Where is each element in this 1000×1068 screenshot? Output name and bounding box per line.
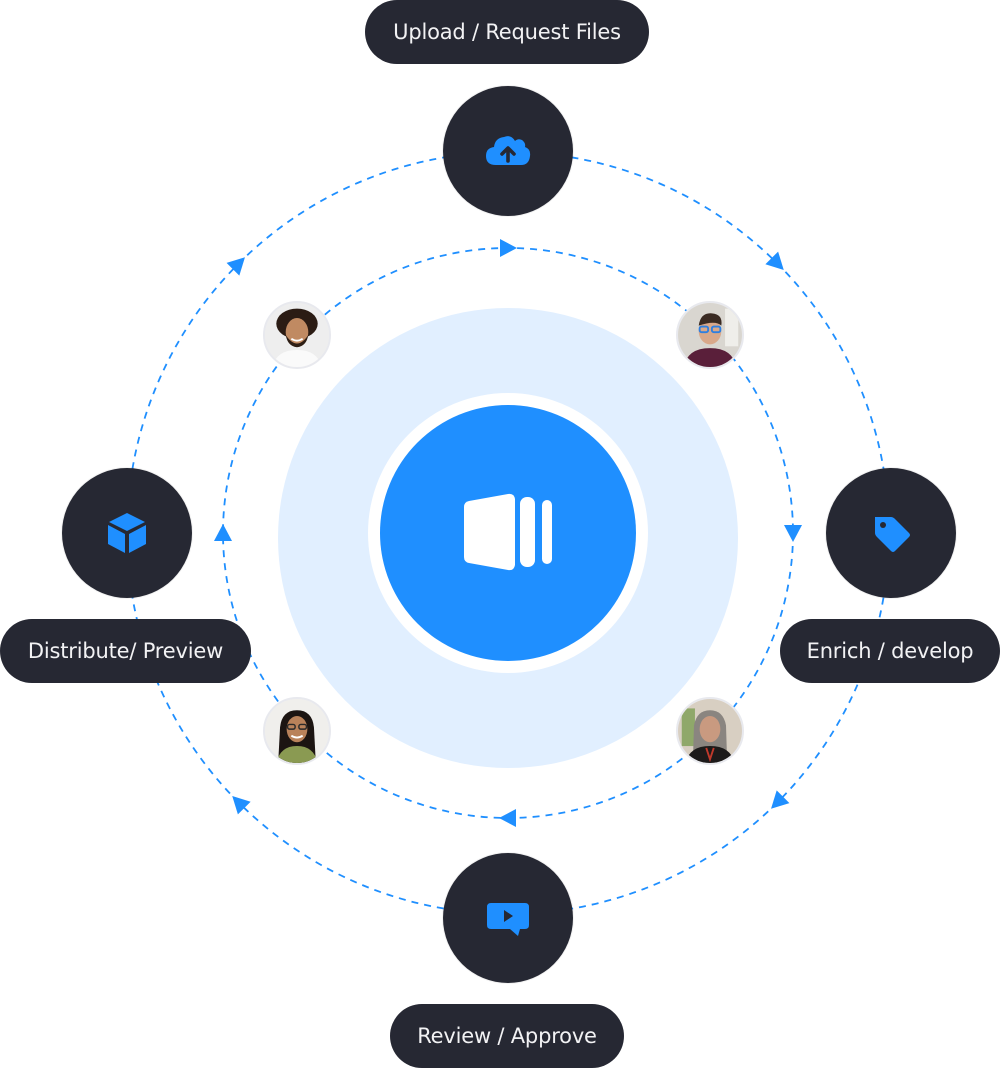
video-comment-icon bbox=[487, 903, 529, 936]
app-logo-icon bbox=[464, 493, 552, 571]
step-node-upload[interactable] bbox=[443, 86, 573, 216]
avatar-man-blue-glasses bbox=[678, 303, 742, 367]
cube-icon bbox=[108, 513, 146, 553]
inner-flow-ring-arrow-icon bbox=[500, 239, 517, 257]
step-label-upload: Upload / Request Files bbox=[365, 0, 649, 64]
inner-flow-ring-arrow-icon bbox=[499, 809, 516, 827]
cloud-upload-icon bbox=[486, 136, 531, 165]
tag-icon bbox=[875, 517, 910, 552]
step-node-distribute[interactable] bbox=[62, 468, 192, 598]
avatar-collaborator-1 bbox=[263, 301, 331, 369]
step-node-enrich[interactable] bbox=[826, 468, 956, 598]
avatar-gray-hair-woman bbox=[678, 699, 742, 763]
avatar-curly-hair-man bbox=[265, 303, 329, 367]
step-node-review[interactable] bbox=[443, 853, 573, 983]
avatar-collaborator-3 bbox=[263, 697, 331, 765]
avatar-long-hair-man-glasses bbox=[265, 699, 329, 763]
inner-flow-ring-arrow-icon bbox=[214, 524, 232, 541]
hub-logo-circle bbox=[380, 405, 636, 661]
avatar-collaborator-4 bbox=[676, 697, 744, 765]
step-label-review: Review / Approve bbox=[390, 1004, 624, 1068]
step-label-distribute: Distribute/ Preview bbox=[0, 619, 251, 683]
inner-flow-ring-arrow-icon bbox=[784, 525, 802, 542]
workflow-cycle-diagram: Upload / Request Files Enrich / develop … bbox=[0, 0, 1000, 1068]
avatar-collaborator-2 bbox=[676, 301, 744, 369]
step-label-enrich: Enrich / develop bbox=[780, 619, 1000, 683]
